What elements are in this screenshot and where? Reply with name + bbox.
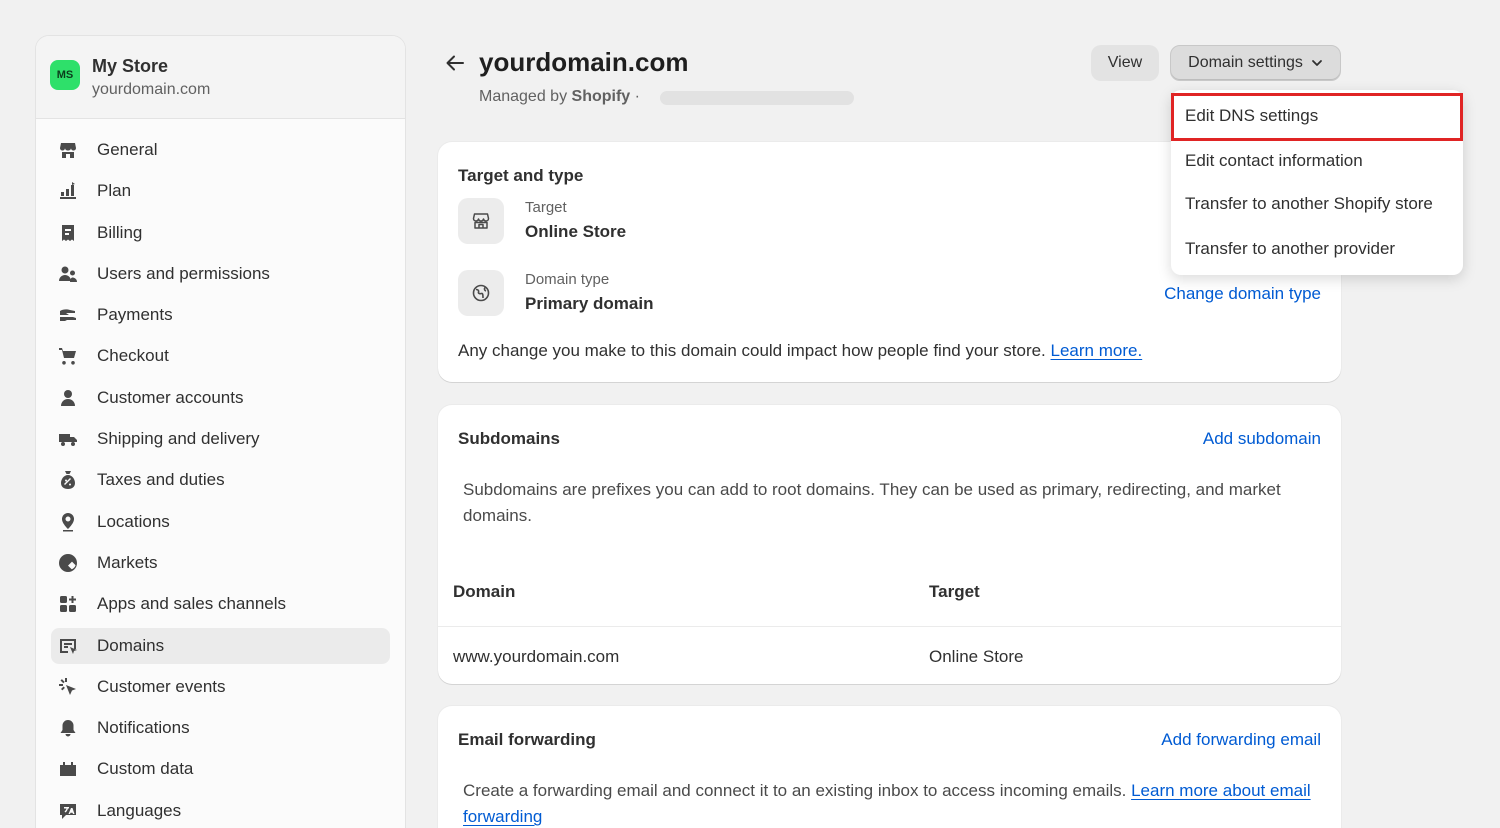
sidebar-item-label: Checkout bbox=[97, 346, 169, 366]
table-divider bbox=[438, 626, 1341, 627]
sidebar-item-checkout[interactable]: Checkout bbox=[51, 338, 390, 374]
settings-nav: General Plan Billing Users and permissio… bbox=[36, 119, 405, 828]
email-forwarding-card: Email forwarding Add forwarding email Cr… bbox=[438, 706, 1341, 828]
view-button[interactable]: View bbox=[1091, 45, 1159, 81]
loading-placeholder bbox=[660, 91, 854, 105]
card-title: Subdomains bbox=[458, 429, 561, 448]
card-title: Target and type bbox=[458, 166, 584, 185]
sidebar-item-label: Locations bbox=[97, 511, 170, 531]
globe-icon bbox=[458, 270, 504, 316]
sidebar-item-label: Billing bbox=[97, 222, 143, 242]
sidebar-item-label: Plan bbox=[97, 181, 132, 201]
custom-data-icon bbox=[57, 758, 79, 780]
notice-text: Any change you make to this domain could… bbox=[458, 341, 1046, 360]
billing-icon bbox=[57, 222, 79, 244]
store-domain: yourdomain.com bbox=[92, 81, 211, 98]
managed-suffix: · bbox=[634, 88, 640, 105]
domain-settings-button[interactable]: Domain settings bbox=[1170, 45, 1341, 81]
sidebar-item-payments[interactable]: Payments bbox=[51, 297, 390, 333]
sidebar-item-billing[interactable]: Billing bbox=[51, 215, 390, 251]
store-avatar: MS bbox=[50, 60, 80, 90]
learn-more-link[interactable]: Learn more. bbox=[1051, 341, 1143, 360]
users-icon bbox=[57, 263, 79, 285]
domain-settings-label: Domain settings bbox=[1188, 54, 1303, 71]
add-forwarding-email-link[interactable]: Add forwarding email bbox=[1161, 730, 1321, 750]
truck-icon bbox=[57, 428, 79, 450]
payments-icon bbox=[57, 304, 79, 326]
store-icon bbox=[57, 139, 79, 161]
menu-item-transfer-provider[interactable]: Transfer to another provider bbox=[1185, 239, 1395, 259]
managed-by-provider: Shopify bbox=[571, 88, 631, 105]
sidebar-item-customer-accounts[interactable]: Customer accounts bbox=[51, 380, 390, 416]
store-name: My Store bbox=[92, 56, 169, 76]
sidebar-item-general[interactable]: General bbox=[51, 132, 390, 168]
back-arrow-icon[interactable] bbox=[444, 52, 466, 74]
sidebar-item-languages[interactable]: Languages bbox=[51, 793, 390, 828]
sidebar-item-label: Notifications bbox=[97, 718, 190, 738]
bell-icon bbox=[57, 717, 79, 739]
target-label: Target bbox=[525, 199, 567, 216]
target-value: Online Store bbox=[525, 222, 627, 241]
cursor-click-icon bbox=[57, 676, 79, 698]
sidebar-item-label: General bbox=[97, 140, 158, 159]
cart-icon bbox=[57, 345, 79, 367]
apps-icon bbox=[57, 593, 79, 615]
domain-type-label: Domain type bbox=[525, 271, 610, 288]
domain-settings-menu: Edit DNS settings Edit contact informati… bbox=[1171, 90, 1463, 275]
sidebar-item-custom-data[interactable]: Custom data bbox=[51, 751, 390, 787]
menu-item-edit-contact[interactable]: Edit contact information bbox=[1185, 151, 1363, 171]
sidebar-item-markets[interactable]: Markets bbox=[51, 545, 390, 581]
sidebar-item-users[interactable]: Users and permissions bbox=[51, 256, 390, 292]
email-forwarding-description: Create a forwarding email and connect it… bbox=[463, 778, 1323, 828]
email-description-text: Create a forwarding email and connect it… bbox=[463, 781, 1127, 800]
person-icon bbox=[57, 387, 79, 409]
card-title: Email forwarding bbox=[458, 730, 596, 749]
table-cell-target: Online Store bbox=[929, 647, 1024, 666]
add-subdomain-link[interactable]: Add subdomain bbox=[1203, 429, 1321, 449]
sidebar-item-label: Domains bbox=[97, 635, 165, 655]
subdomains-card: Subdomains Add subdomain Subdomains are … bbox=[438, 405, 1341, 684]
languages-icon bbox=[57, 800, 79, 822]
sidebar-item-customer-events[interactable]: Customer events bbox=[51, 669, 390, 705]
subdomains-description: Subdomains are prefixes you can add to r… bbox=[463, 480, 1281, 525]
page-title: yourdomain.com bbox=[479, 47, 689, 77]
column-header-target: Target bbox=[929, 582, 980, 601]
sidebar-item-shipping[interactable]: Shipping and delivery bbox=[51, 421, 390, 457]
location-icon bbox=[57, 511, 79, 533]
sidebar-item-notifications[interactable]: Notifications bbox=[51, 710, 390, 746]
column-header-domain: Domain bbox=[453, 582, 516, 601]
sidebar-item-plan[interactable]: Plan bbox=[51, 173, 390, 209]
domain-type-value: Primary domain bbox=[525, 294, 654, 313]
sidebar-item-domains[interactable]: Domains bbox=[51, 627, 390, 664]
store-header[interactable]: MS My Store yourdomain.com bbox=[36, 36, 405, 119]
change-domain-type-link[interactable]: Change domain type bbox=[1164, 284, 1321, 304]
online-store-icon bbox=[458, 198, 504, 244]
sidebar-item-label: Shipping and delivery bbox=[97, 429, 260, 449]
highlight-box bbox=[1171, 93, 1463, 141]
sidebar-item-apps[interactable]: Apps and sales channels bbox=[51, 586, 390, 622]
sidebar-item-locations[interactable]: Locations bbox=[51, 504, 390, 540]
menu-item-transfer-shopify[interactable]: Transfer to another Shopify store bbox=[1185, 194, 1433, 214]
taxes-icon bbox=[57, 469, 79, 491]
sidebar-item-label: Custom data bbox=[97, 759, 194, 779]
settings-sidebar: MS My Store yourdomain.com General Plan … bbox=[35, 35, 406, 828]
sidebar-item-label: Languages bbox=[97, 800, 182, 820]
table-cell-domain[interactable]: www.yourdomain.com bbox=[453, 647, 619, 667]
plan-icon bbox=[57, 180, 79, 202]
sidebar-item-label: Markets bbox=[97, 552, 158, 572]
sidebar-item-label: Payments bbox=[97, 305, 173, 325]
sidebar-item-label: Users and permissions bbox=[97, 263, 270, 283]
globe-icon bbox=[57, 552, 79, 574]
sidebar-item-label: Apps and sales channels bbox=[97, 594, 287, 614]
managed-prefix: Managed by bbox=[479, 88, 568, 105]
managed-by-text: Managed by Shopify · bbox=[479, 88, 640, 106]
chevron-down-icon bbox=[1311, 60, 1322, 66]
domains-icon bbox=[57, 635, 79, 657]
domain-change-notice: Any change you make to this domain could… bbox=[458, 341, 1142, 361]
sidebar-item-label: Taxes and duties bbox=[97, 470, 225, 490]
sidebar-item-label: Customer accounts bbox=[97, 387, 244, 407]
sidebar-item-label: Customer events bbox=[97, 676, 226, 696]
sidebar-item-taxes[interactable]: Taxes and duties bbox=[51, 462, 390, 498]
